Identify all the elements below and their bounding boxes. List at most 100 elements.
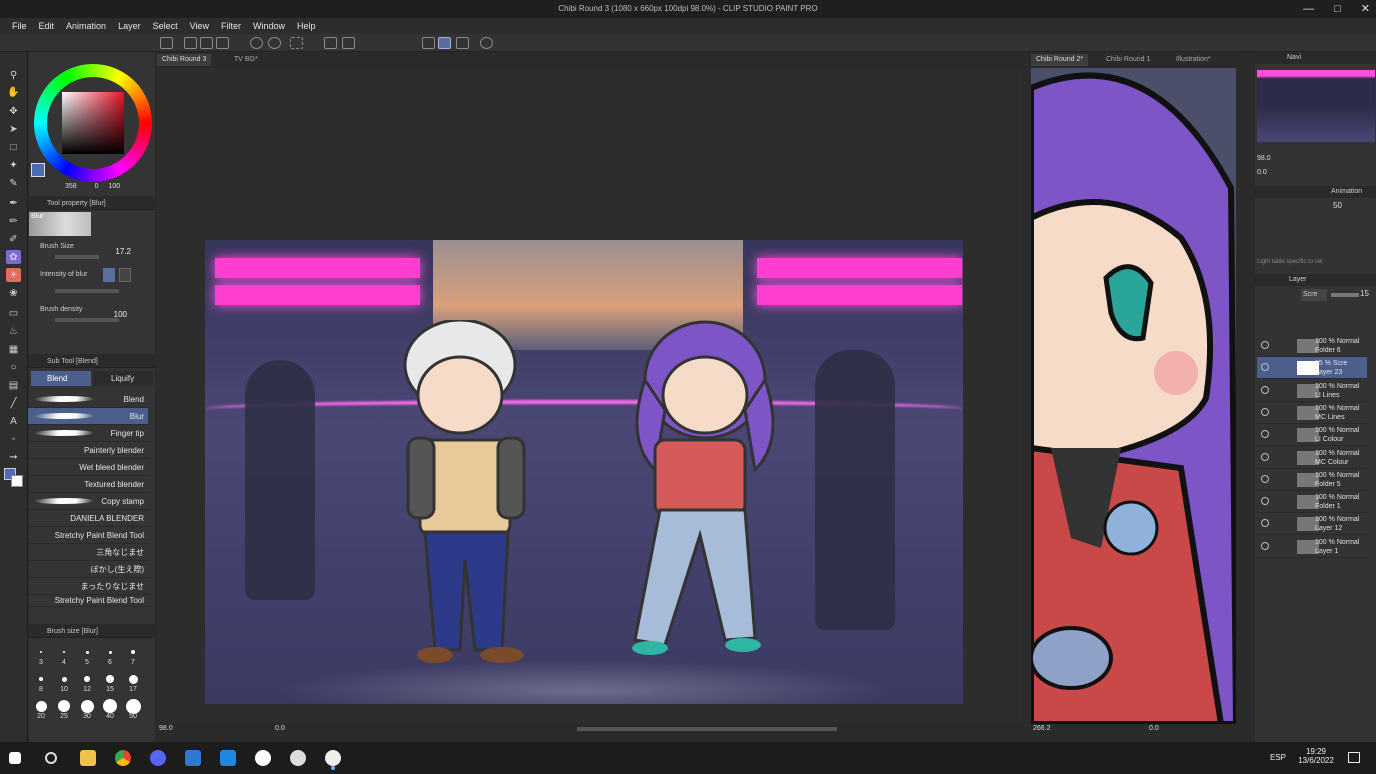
brush-size-dot[interactable]: [108, 650, 112, 654]
horizontal-scrollbar[interactable]: [577, 727, 837, 731]
list-item[interactable]: ぼかし(生え際): [28, 561, 148, 578]
open-file-icon[interactable]: [200, 37, 213, 49]
opacity-slider[interactable]: [1331, 293, 1359, 297]
snap-special-ruler-icon[interactable]: [438, 37, 451, 49]
list-item[interactable]: まったりなじませ: [28, 578, 148, 595]
list-item[interactable]: DANIELA BLENDER: [28, 510, 148, 527]
angle-readout-right[interactable]: 0.0: [1149, 725, 1159, 732]
minimize-icon[interactable]: —: [1303, 0, 1314, 18]
menu-filter[interactable]: Filter: [215, 21, 247, 31]
eye-icon[interactable]: [1261, 430, 1269, 439]
intensity-play-icon[interactable]: [119, 268, 131, 282]
notification-icon[interactable]: [1348, 752, 1360, 763]
tab-illustration[interactable]: Illustration*: [1171, 54, 1216, 66]
pen-tool-icon[interactable]: ✒: [6, 196, 21, 210]
windows-start-icon[interactable]: [9, 752, 21, 764]
menu-window[interactable]: Window: [247, 21, 291, 31]
save-icon[interactable]: [216, 37, 229, 49]
brush-size-dot[interactable]: [128, 674, 138, 684]
current-color-icon[interactable]: [31, 163, 45, 177]
clip-studio-taskbar-icon[interactable]: [325, 750, 341, 766]
fill-tool-icon[interactable]: ♨: [6, 324, 21, 338]
menu-file[interactable]: File: [6, 21, 33, 31]
search-icon[interactable]: [45, 752, 57, 764]
navigator-preview[interactable]: [1257, 70, 1375, 142]
zoom-readout-right[interactable]: 266.2: [1033, 725, 1051, 732]
snap-grid-icon[interactable]: [456, 37, 469, 49]
text-tool-icon[interactable]: A: [6, 414, 21, 428]
auto-select-icon[interactable]: ✦: [6, 158, 21, 172]
menu-layer[interactable]: Layer: [112, 21, 147, 31]
language-indicator[interactable]: ESP: [1270, 753, 1286, 762]
sub-color-swatch[interactable]: [11, 475, 23, 487]
figure-tool-icon[interactable]: ○: [6, 360, 21, 374]
brush-size-dot[interactable]: [84, 676, 90, 682]
zoom-tool-icon[interactable]: ⚲: [6, 68, 21, 82]
layer-row[interactable]: 100 % Normal Folder 1: [1257, 491, 1367, 514]
animation-tab[interactable]: Animation: [1255, 186, 1376, 198]
hand-tool-icon[interactable]: ✋: [6, 85, 21, 99]
new-file-icon[interactable]: [184, 37, 197, 49]
todo-icon[interactable]: [220, 750, 236, 766]
gradient-tool-icon[interactable]: ▦: [6, 342, 21, 356]
navigator-angle[interactable]: 0.0: [1257, 169, 1267, 176]
layer-row[interactable]: 100 % Normal Layer 12: [1257, 513, 1367, 536]
operation-tool-icon[interactable]: ➤: [6, 122, 21, 136]
balloon-tool-icon[interactable]: ◦: [6, 432, 21, 446]
saturation-value-square[interactable]: [62, 92, 124, 154]
eyedropper-icon[interactable]: ✎: [6, 176, 21, 190]
tab-chibi-round-3[interactable]: Chibi Round 3: [157, 54, 212, 66]
app-spiral-icon[interactable]: [290, 750, 306, 766]
list-item[interactable]: Blend: [28, 391, 148, 408]
menu-select[interactable]: Select: [147, 21, 184, 31]
selection-tool-icon[interactable]: □: [6, 140, 21, 154]
color-wheel[interactable]: [34, 64, 152, 182]
tab-blend[interactable]: Blend: [31, 371, 91, 386]
redo-icon[interactable]: [268, 37, 281, 49]
angle-readout[interactable]: 0.0: [275, 725, 285, 732]
blend-mode-select[interactable]: Scre: [1301, 289, 1327, 301]
brush-size-dot[interactable]: [58, 700, 70, 712]
layer-row[interactable]: 100 % Normal LI Colour: [1257, 424, 1367, 447]
navigator-tab[interactable]: Navi: [1255, 52, 1376, 64]
brush-size-dot[interactable]: [103, 699, 117, 713]
eye-icon[interactable]: [1261, 541, 1269, 550]
tab-chibi-round-2[interactable]: Chibi Round 2*: [1031, 54, 1089, 66]
pencil-tool-icon[interactable]: ✏: [6, 214, 21, 228]
help-icon[interactable]: [480, 37, 493, 49]
app-w-icon[interactable]: [255, 750, 271, 766]
chrome-icon[interactable]: [115, 750, 131, 766]
menu-edit[interactable]: Edit: [33, 21, 61, 31]
chrome-profile-icon[interactable]: [150, 750, 166, 766]
correct-line-tool-icon[interactable]: ➞: [6, 450, 21, 464]
fill-icon[interactable]: [324, 37, 337, 49]
layer-row[interactable]: 100 % Normal MC Colour: [1257, 447, 1367, 469]
eye-icon[interactable]: [1261, 519, 1269, 528]
eye-icon[interactable]: [1261, 363, 1269, 372]
menu-animation[interactable]: Animation: [60, 21, 112, 31]
eraser-tool-icon[interactable]: ▭: [6, 306, 21, 320]
intensity-mode-icon[interactable]: [103, 268, 115, 282]
layer-row[interactable]: 100 % Normal MC Lines: [1257, 402, 1367, 424]
brush-size-value[interactable]: 17.2: [109, 247, 131, 256]
list-item[interactable]: Wet bleed blender: [28, 459, 148, 476]
ruler-tool-icon[interactable]: ╱: [6, 396, 21, 410]
zoomed-canvas[interactable]: [1031, 68, 1236, 724]
list-item-selected[interactable]: Blur: [28, 408, 148, 425]
airbrush-tool-icon[interactable]: ☀: [6, 268, 21, 282]
list-item[interactable]: Textured blender: [28, 476, 148, 493]
tab-tv-bg[interactable]: TV BG*: [229, 54, 263, 66]
eye-icon[interactable]: [1261, 474, 1269, 483]
brush-size-dot[interactable]: [39, 677, 43, 681]
eye-icon[interactable]: [1261, 385, 1269, 394]
intensity-slider[interactable]: [55, 289, 119, 293]
brush-size-dot[interactable]: [131, 650, 135, 654]
opacity-value[interactable]: 15: [1360, 289, 1369, 298]
eye-icon[interactable]: [1261, 452, 1269, 461]
undo-icon[interactable]: [250, 37, 263, 49]
file-explorer-icon[interactable]: [80, 750, 96, 766]
navigator-zoom[interactable]: 98.0: [1257, 155, 1271, 162]
density-slider[interactable]: [55, 318, 119, 322]
frame-tool-icon[interactable]: ▤: [6, 378, 21, 392]
brush-size-dot[interactable]: [85, 650, 89, 654]
